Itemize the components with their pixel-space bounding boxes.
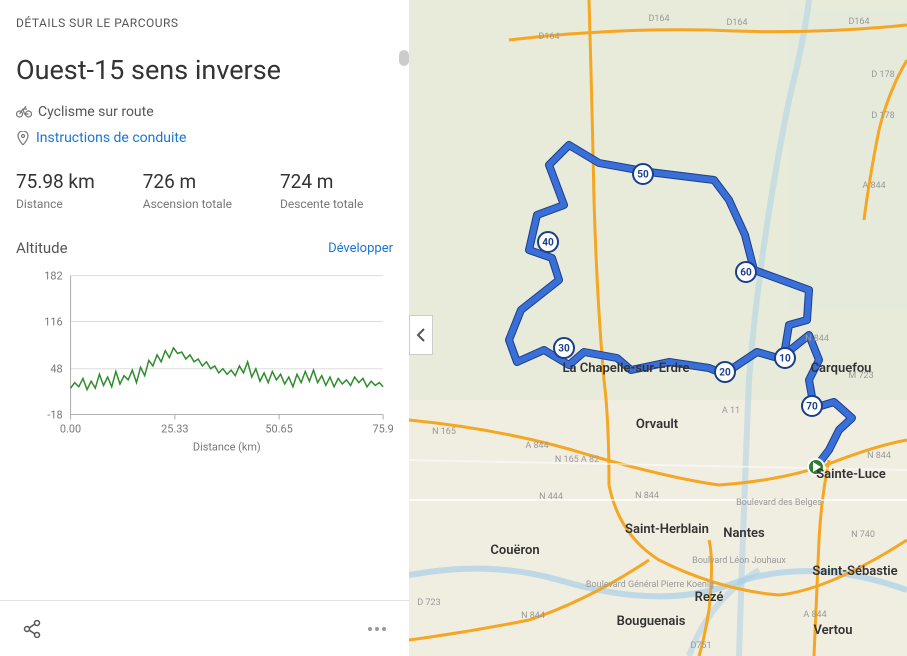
activity-type-row: Cyclisme sur route (16, 104, 393, 120)
km-marker-70: 70 (802, 396, 822, 416)
svg-text:60: 60 (740, 268, 752, 279)
road-label: A 844 (525, 441, 548, 451)
scrollbar[interactable] (399, 50, 409, 66)
road-label: D 178 (871, 111, 894, 121)
more-icon (367, 626, 387, 632)
city-label: Rezé (695, 590, 724, 605)
stat-distance: 75.98 km Distance (16, 170, 95, 211)
city-label: Vertou (814, 623, 853, 638)
km-marker-10: 10 (775, 348, 795, 368)
svg-text:Distance (km): Distance (km) (193, 440, 261, 453)
road-label: D 178 (871, 70, 894, 80)
driving-instructions-row[interactable]: Instructions de conduite (16, 130, 393, 146)
road-label: D 723 (417, 598, 440, 608)
km-marker-60: 60 (736, 262, 756, 282)
city-label: Saint-Herblain (625, 522, 709, 537)
pin-icon (16, 131, 30, 145)
km-marker-20: 20 (715, 362, 735, 382)
road-label: Boulevard des Belges (736, 498, 822, 508)
road-label: Boulevard Général Pierre Koenig (586, 580, 714, 590)
road-label: M 723 (848, 371, 873, 381)
svg-text:70: 70 (806, 402, 818, 413)
road-label: N 165 (432, 427, 456, 437)
road-label: N 844 (635, 491, 659, 501)
stat-descent: 724 m Descente totale (280, 170, 363, 211)
road-label: D164 (538, 32, 559, 42)
svg-text:0.00: 0.00 (60, 422, 81, 435)
route-title: Ouest-15 sens inverse (16, 54, 393, 86)
svg-text:10: 10 (779, 354, 791, 365)
svg-text:50: 50 (637, 170, 649, 181)
svg-text:116: 116 (44, 315, 62, 328)
city-label: Bouguenais (617, 614, 686, 629)
svg-text:-18: -18 (47, 409, 62, 422)
collapse-panel-button[interactable] (409, 315, 433, 355)
city-label: Nantes (723, 526, 765, 541)
road-label: D164 (726, 18, 747, 28)
road-label: A 11 (722, 406, 740, 416)
svg-text:182: 182 (44, 270, 62, 283)
road-label: N 844 (805, 334, 829, 344)
svg-text:30: 30 (558, 344, 570, 355)
altitude-title: Altitude (16, 239, 68, 257)
road-label: A 844 (803, 610, 826, 620)
svg-text:50.65: 50.65 (265, 422, 292, 435)
more-button[interactable] (361, 613, 393, 645)
stats-row: 75.98 km Distance 726 m Ascension totale… (16, 170, 393, 211)
stat-ascent-value: 726 m (143, 170, 232, 193)
city-label: Orvault (636, 417, 679, 432)
svg-text:48: 48 (50, 363, 62, 376)
section-label: DÉTAILS SUR LE PARCOURS (16, 16, 393, 30)
svg-text:75.9: 75.9 (372, 422, 393, 435)
km-marker-50: 50 (633, 164, 653, 184)
road-label: Boulvard Léon Jouhaux (692, 556, 786, 566)
city-label: La Chapelle-sur-Erdre (563, 361, 690, 376)
svg-text:40: 40 (542, 238, 554, 249)
share-icon (23, 620, 41, 638)
road-label: N 844 (521, 611, 545, 621)
expand-link[interactable]: Développer (328, 241, 393, 256)
city-label: Couëron (490, 543, 539, 558)
road-label: N 165 A 82 (555, 455, 599, 465)
svg-text:20: 20 (719, 368, 731, 379)
road-label: N 740 (851, 530, 875, 540)
details-panel: DÉTAILS SUR LE PARCOURS Ouest-15 sens in… (0, 0, 409, 656)
stat-distance-value: 75.98 km (16, 170, 95, 193)
stat-ascent-label: Ascension totale (143, 197, 232, 211)
bike-icon (16, 106, 32, 118)
road-label: A 844 (862, 181, 885, 191)
road-label: N 844 (867, 451, 891, 461)
km-marker-40: 40 (538, 232, 558, 252)
road-label: D164 (848, 17, 869, 27)
stat-distance-label: Distance (16, 197, 95, 211)
svg-text:25.33: 25.33 (161, 422, 188, 435)
stat-descent-value: 724 m (280, 170, 363, 193)
road-label: D751 (690, 641, 711, 651)
road-label: D164 (648, 14, 669, 24)
altitude-chart[interactable]: -18 48 116 182 0.00 25.33 50.65 75.9 Distance (k… (16, 265, 393, 455)
chevron-left-icon (416, 328, 426, 342)
km-marker-30: 30 (554, 338, 574, 358)
panel-footer (0, 600, 409, 656)
share-button[interactable] (16, 613, 48, 645)
stat-ascent: 726 m Ascension totale (143, 170, 232, 211)
map[interactable]: 10203040506070 La Chapelle-sur-ErdreCarq… (409, 0, 907, 656)
activity-type-label: Cyclisme sur route (38, 104, 154, 120)
city-label: Sainte-Luce (816, 467, 886, 482)
city-label: Saint-Sébastie (812, 564, 897, 579)
driving-instructions-link[interactable]: Instructions de conduite (36, 130, 186, 146)
road-label: N 444 (539, 492, 563, 502)
stat-descent-label: Descente totale (280, 197, 363, 211)
